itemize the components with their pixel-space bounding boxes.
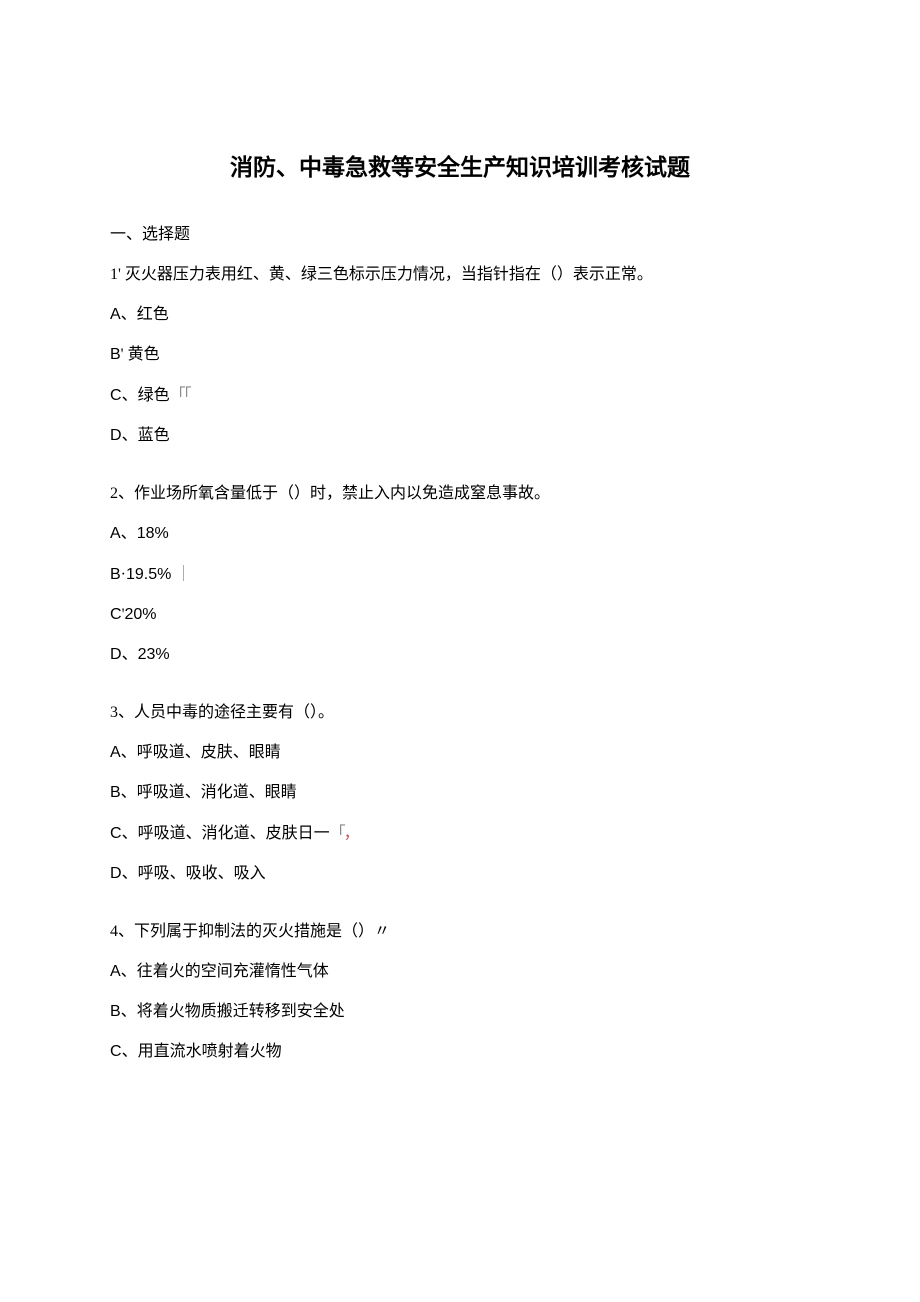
option-prefix: A [110, 744, 121, 761]
question-1: 1' 灭火器压力表用红、黄、绿三色标示压力情况，当指针指在（）表示正常。 A、红… [110, 263, 810, 448]
option-prefix: A [110, 525, 121, 542]
option-a: A、18% [110, 522, 810, 546]
section-heading: 一、选择题 [110, 223, 810, 247]
option-text: 蓝色 [138, 427, 170, 444]
option-d: D、23% [110, 643, 810, 667]
option-d: D、蓝色 [110, 424, 810, 448]
option-text: 18% [137, 525, 169, 542]
option-text: 用直流水喷射着火物 [138, 1043, 282, 1060]
option-sep: 、 [122, 427, 138, 444]
option-c: C、用直流水喷射着火物 [110, 1040, 810, 1064]
option-sep: 、 [121, 963, 137, 980]
option-c: C'20% [110, 603, 810, 627]
option-sep: 、 [122, 387, 138, 404]
option-b: B、呼吸道、消化道、眼睛 [110, 781, 810, 805]
option-prefix: B [110, 1003, 121, 1020]
answer-mark: 「「 [170, 385, 190, 404]
option-b: B、将着火物质搬迁转移到安全处 [110, 1000, 810, 1024]
option-text: 红色 [137, 306, 169, 323]
option-sep: 、 [122, 1043, 138, 1060]
option-text: 往着火的空间充灌惰性气体 [137, 963, 329, 980]
option-prefix: C [110, 825, 122, 842]
option-text: 将着火物质搬迁转移到安全处 [137, 1003, 345, 1020]
option-sep: 、 [121, 1003, 137, 1020]
option-d: D、呼吸、吸收、吸入 [110, 862, 810, 886]
option-prefix: D [110, 646, 122, 663]
option-sep: 、 [121, 306, 137, 323]
answer-mark: ｜ [175, 564, 191, 583]
answer-mark: 「 [330, 823, 344, 842]
option-text: 黄色 [128, 346, 160, 363]
question-3: 3、人员中毒的途径主要有（）。 A、呼吸道、皮肤、眼睛 B、呼吸道、消化道、眼睛… [110, 701, 810, 886]
option-text: 20% [124, 606, 156, 623]
option-prefix: B [110, 784, 121, 801]
option-sep: ' [121, 346, 128, 363]
answer-mark-punct: ， [344, 823, 358, 842]
option-sep: 、 [121, 525, 137, 542]
option-text: 23% [138, 646, 170, 663]
option-prefix: C [110, 1043, 122, 1060]
option-prefix: C [110, 387, 122, 404]
option-a: A、呼吸道、皮肤、眼睛 [110, 741, 810, 765]
option-text: 呼吸道、消化道、皮肤日一 [138, 825, 330, 842]
option-text: 呼吸道、皮肤、眼睛 [137, 744, 281, 761]
question-2: 2、作业场所氧含量低于（）时，禁止入内以免造成窒息事故。 A、18% B·19.… [110, 482, 810, 667]
option-text: 呼吸、吸收、吸入 [138, 865, 266, 882]
option-sep: 、 [121, 744, 137, 761]
option-prefix: B [110, 346, 121, 363]
option-a: A、往着火的空间充灌惰性气体 [110, 960, 810, 984]
option-b: B·19.5%｜ [110, 562, 810, 587]
option-prefix: A [110, 963, 121, 980]
question-text: 4、下列属于抑制法的灭火措施是（）〃 [110, 920, 810, 944]
question-text: 1' 灭火器压力表用红、黄、绿三色标示压力情况，当指针指在（）表示正常。 [110, 263, 810, 287]
option-prefix: D [110, 865, 122, 882]
option-sep: 、 [121, 784, 137, 801]
document-title: 消防、中毒急救等安全生产知识培训考核试题 [110, 150, 810, 185]
option-sep: 、 [122, 865, 138, 882]
option-sep: 、 [122, 646, 138, 663]
question-4: 4、下列属于抑制法的灭火措施是（）〃 A、往着火的空间充灌惰性气体 B、将着火物… [110, 920, 810, 1064]
question-text: 3、人员中毒的途径主要有（）。 [110, 701, 810, 725]
option-text: 绿色 [138, 387, 170, 404]
option-c: C、呼吸道、消化道、皮肤日一「， [110, 821, 810, 846]
option-a: A、红色 [110, 303, 810, 327]
option-prefix: A [110, 306, 121, 323]
option-text: 呼吸道、消化道、眼睛 [137, 784, 297, 801]
option-text: 19.5% [126, 566, 171, 583]
option-prefix: C [110, 606, 122, 623]
option-prefix: D [110, 427, 122, 444]
question-text: 2、作业场所氧含量低于（）时，禁止入内以免造成窒息事故。 [110, 482, 810, 506]
option-prefix: B [110, 566, 121, 583]
option-b: B' 黄色 [110, 343, 810, 367]
option-sep: 、 [122, 825, 138, 842]
option-c: C、绿色「「 [110, 383, 810, 408]
